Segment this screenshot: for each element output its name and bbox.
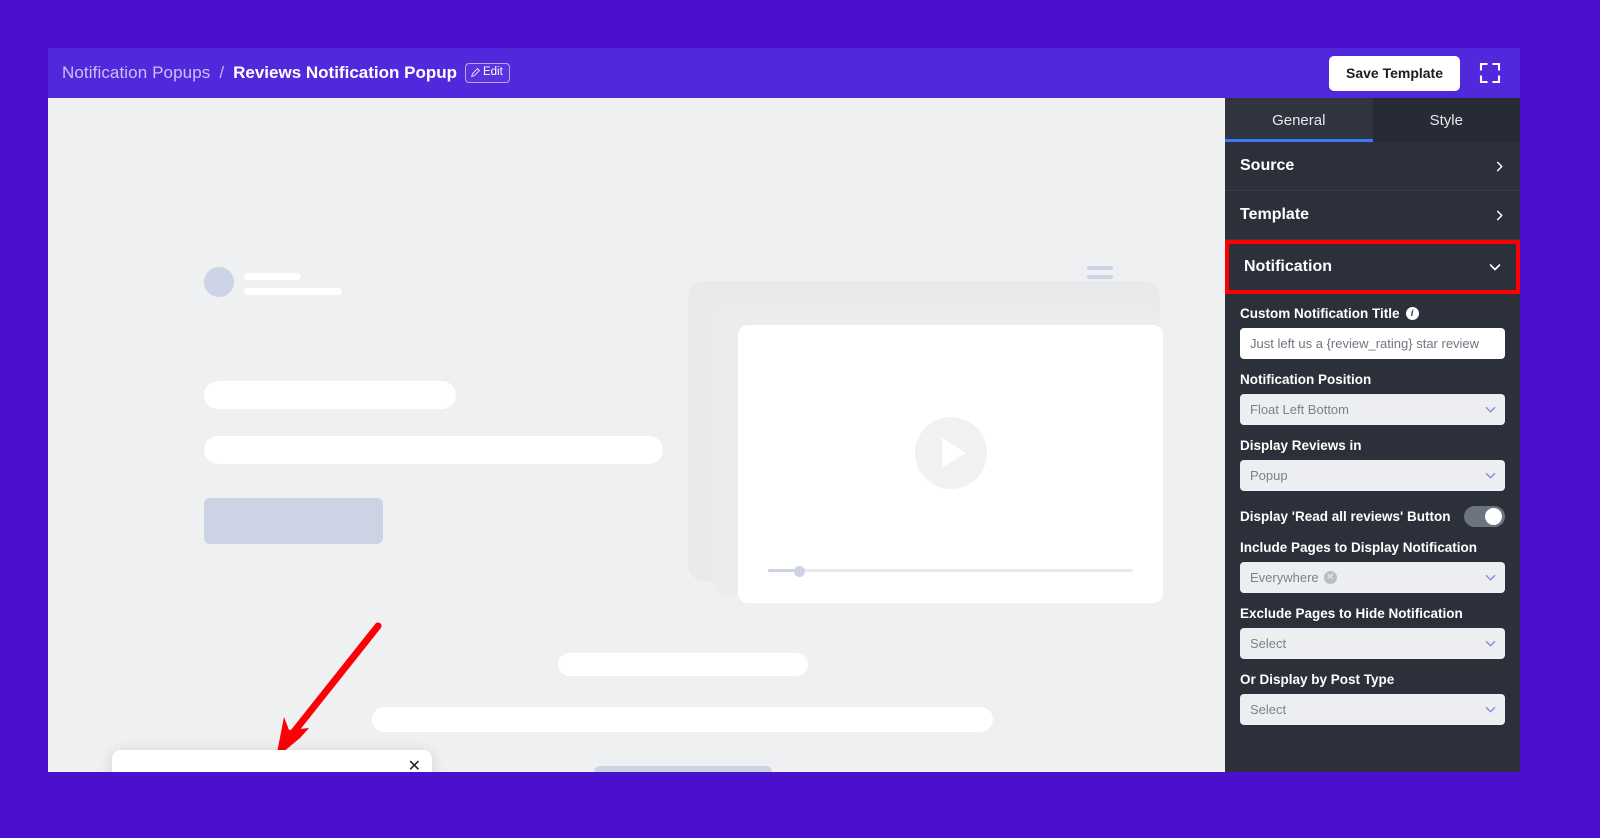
progress-knob[interactable] xyxy=(794,566,805,577)
chevron-down-icon xyxy=(1489,264,1501,271)
chevron-down-icon xyxy=(1485,706,1496,713)
chevron-right-icon xyxy=(1496,210,1503,220)
field-custom-title-label: Custom Notification Title i xyxy=(1240,306,1505,321)
skeleton-bar xyxy=(558,653,808,676)
selected-value: Float Left Bottom xyxy=(1250,402,1349,417)
top-bar: Notification Popups / Reviews Notificati… xyxy=(48,48,1520,98)
tab-general[interactable]: General xyxy=(1225,98,1373,142)
close-icon[interactable]: ✕ xyxy=(408,759,421,773)
skeleton-line xyxy=(244,288,342,295)
field-position-label: Notification Position xyxy=(1240,372,1505,387)
sidebar-content[interactable]: Source Template Notification Custom Noti… xyxy=(1225,142,1520,772)
accordion-notification[interactable]: Notification xyxy=(1229,244,1516,290)
field-include-pages-label: Include Pages to Display Notification xyxy=(1240,540,1505,555)
label-text: Notification Position xyxy=(1240,372,1372,387)
progress-track xyxy=(768,569,1133,572)
accordion-source-label: Source xyxy=(1240,157,1295,174)
skeleton-block xyxy=(594,766,772,772)
video-player-card xyxy=(738,325,1163,603)
selected-value: Select xyxy=(1250,702,1287,717)
screenshot-root: Notification Popups / Reviews Notificati… xyxy=(0,0,1600,838)
breadcrumb-root[interactable]: Notification Popups xyxy=(62,63,210,83)
include-pages-select[interactable]: Everywhere ✕ xyxy=(1240,562,1505,593)
skeleton-block xyxy=(204,498,383,544)
info-icon[interactable]: i xyxy=(1405,307,1419,320)
chevron-down-icon xyxy=(1485,406,1496,413)
label-text: Or Display by Post Type xyxy=(1240,672,1395,687)
skeleton-bar xyxy=(204,436,663,464)
label-text: Display Reviews in xyxy=(1240,438,1362,453)
video-progress-slider[interactable] xyxy=(768,566,1133,577)
display-reviews-in-select[interactable]: Popup xyxy=(1240,460,1505,491)
chevron-right-icon xyxy=(1496,161,1503,171)
remove-tag-icon[interactable]: ✕ xyxy=(1323,571,1337,584)
play-button-icon[interactable] xyxy=(914,416,987,489)
read-all-reviews-toggle[interactable] xyxy=(1464,506,1505,527)
skeleton-bar xyxy=(204,381,456,409)
breadcrumb-separator: / xyxy=(219,63,225,82)
label-text: Exclude Pages to Hide Notification xyxy=(1240,606,1463,621)
post-type-select[interactable]: Select xyxy=(1240,694,1505,725)
tab-style[interactable]: Style xyxy=(1372,98,1520,142)
field-display-reviews-label: Display Reviews in xyxy=(1240,438,1505,453)
accordion-template-label: Template xyxy=(1240,206,1310,223)
edit-chip-button[interactable]: Edit xyxy=(464,63,510,83)
field-notification-position: Notification Position Float Left Bottom xyxy=(1240,372,1505,425)
field-custom-title: Custom Notification Title i xyxy=(1240,306,1505,359)
field-exclude-pages-label: Exclude Pages to Hide Notification xyxy=(1240,606,1505,621)
top-bar-actions: Save Template xyxy=(1328,55,1502,91)
label-text: Custom Notification Title xyxy=(1240,306,1400,321)
accordion-notification-label: Notification xyxy=(1244,258,1332,275)
notification-body: ninja Just left us a 5 star review ★★★★★… xyxy=(190,772,418,773)
chevron-down-icon xyxy=(1485,472,1496,479)
play-triangle xyxy=(942,437,966,468)
app-window: Notification Popups / Reviews Notificati… xyxy=(48,48,1520,772)
field-include-pages: Include Pages to Display Notification Ev… xyxy=(1240,540,1505,593)
edit-chip-label: Edit xyxy=(482,66,503,79)
selected-value: Everywhere xyxy=(1250,570,1319,585)
notification-popup-card[interactable]: ninja Just left us a 5 star review ★★★★★… xyxy=(112,750,432,772)
toggle-knob xyxy=(1485,508,1502,525)
notification-settings-fields: Custom Notification Title i Notification… xyxy=(1225,294,1520,725)
selected-value: Select xyxy=(1250,636,1287,651)
app-body: ninja Just left us a 5 star review ★★★★★… xyxy=(48,98,1520,772)
field-read-all-reviews-label: Display 'Read all reviews' Button xyxy=(1240,509,1450,524)
settings-sidebar: General Style Source Template Notificati… xyxy=(1225,98,1520,772)
label-text: Include Pages to Display Notification xyxy=(1240,540,1478,555)
selected-tag: Everywhere ✕ xyxy=(1250,570,1337,585)
field-exclude-pages: Exclude Pages to Hide Notification Selec… xyxy=(1240,606,1505,659)
custom-notification-title-input[interactable] xyxy=(1240,328,1505,359)
red-arrow-annotation xyxy=(276,622,382,758)
skeleton-bar xyxy=(372,707,993,732)
field-post-type-label: Or Display by Post Type xyxy=(1240,672,1505,687)
label-text: Display 'Read all reviews' Button xyxy=(1240,509,1451,524)
save-template-button[interactable]: Save Template xyxy=(1328,55,1460,91)
sidebar-tabs: General Style xyxy=(1225,98,1520,142)
selected-value: Popup xyxy=(1250,468,1288,483)
field-post-type: Or Display by Post Type Select xyxy=(1240,672,1505,725)
preview-canvas: ninja Just left us a 5 star review ★★★★★… xyxy=(48,98,1225,772)
field-display-reviews-in: Display Reviews in Popup xyxy=(1240,438,1505,491)
fullscreen-icon[interactable] xyxy=(1478,61,1502,85)
accordion-notification-highlight: Notification xyxy=(1225,240,1520,294)
chevron-down-icon xyxy=(1485,574,1496,581)
breadcrumb-current: Reviews Notification Popup xyxy=(233,63,457,82)
skeleton-line xyxy=(244,273,301,280)
skeleton-avatar xyxy=(204,267,234,297)
hamburger-bar xyxy=(1087,266,1113,270)
exclude-pages-select[interactable]: Select xyxy=(1240,628,1505,659)
field-read-all-reviews: Display 'Read all reviews' Button xyxy=(1240,504,1505,527)
pencil-icon xyxy=(471,68,480,77)
chevron-down-icon xyxy=(1485,640,1496,647)
accordion-template[interactable]: Template xyxy=(1225,191,1520,240)
accordion-source[interactable]: Source xyxy=(1225,142,1520,191)
hamburger-bar xyxy=(1087,275,1113,279)
notification-position-select[interactable]: Float Left Bottom xyxy=(1240,394,1505,425)
